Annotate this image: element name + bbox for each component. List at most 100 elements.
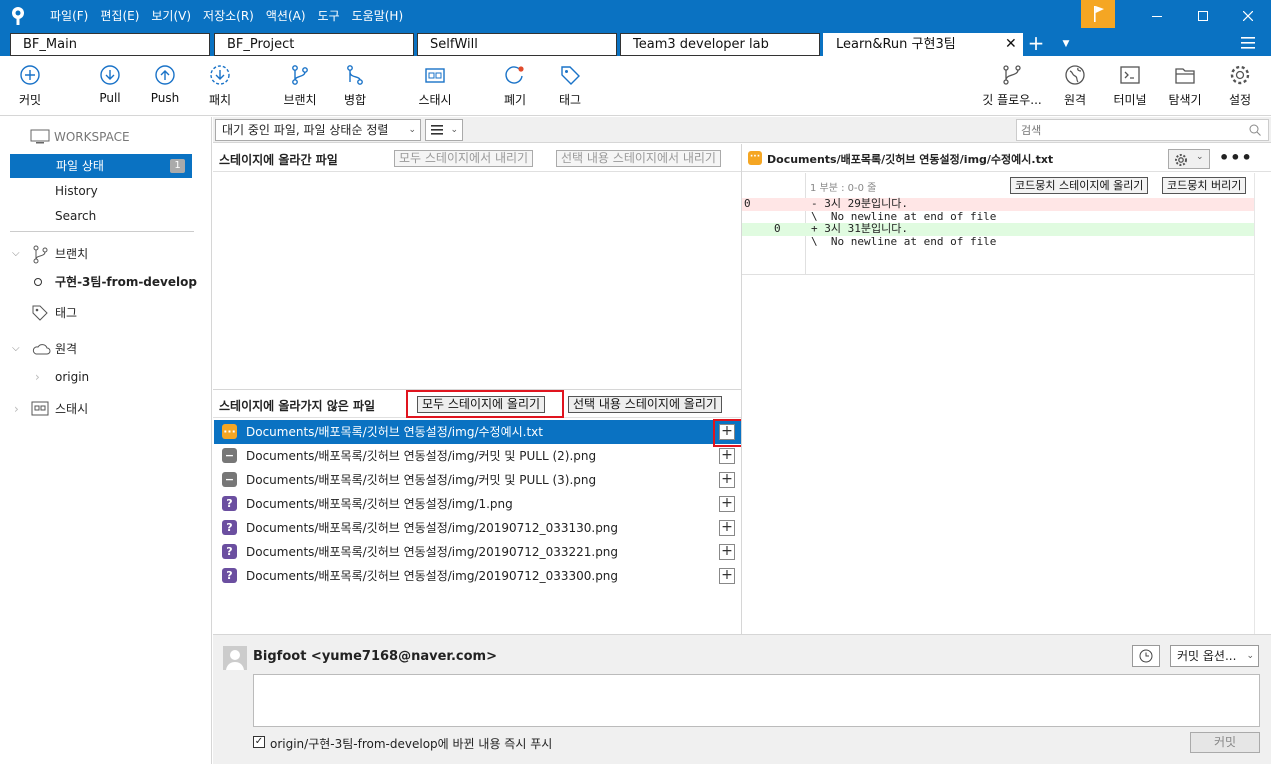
sidebar-item-search[interactable]: Search [0, 204, 212, 228]
tab-bf-project[interactable]: BF_Project [214, 33, 414, 56]
file-row[interactable]: ? Documents/배포목록/깃허브 연동설정/img/1.png + [214, 492, 741, 516]
diff-scrollbar[interactable] [1254, 173, 1255, 634]
stage-file-plus-icon[interactable]: + [719, 448, 735, 464]
search-box[interactable] [1016, 119, 1269, 141]
sidebar-item-origin[interactable]: › origin [0, 365, 212, 389]
branch-label: 브랜치 [283, 93, 317, 107]
commit-area: Bigfoot <yume7168@naver.com> 커밋 옵션... ⌄ … [213, 634, 1271, 764]
hunk-header: 1 부분 : 0-0 줄 [810, 183, 877, 194]
minimize-icon[interactable] [1134, 0, 1180, 32]
pull-icon [100, 65, 120, 85]
notification-flag-icon[interactable] [1081, 0, 1115, 28]
chevron-right-icon[interactable]: › [14, 397, 19, 421]
discard-hunk-button[interactable]: 코드뭉치 버리기 [1162, 177, 1247, 194]
sidebar: WORKSPACE 파일 상태 1 History Search ⌵ 브랜치 구… [0, 117, 212, 764]
unstage-all-button[interactable]: 모두 스테이지에서 내리기 [394, 150, 534, 167]
stage-file-plus-icon[interactable]: + [719, 520, 735, 536]
patch-button[interactable]: 패치 [190, 64, 250, 112]
file-row[interactable]: ··· Documents/배포목록/깃허브 연동설정/img/수정예시.txt + [214, 420, 741, 444]
diff-line-text: - 3시 29분입니다. [811, 197, 908, 210]
maximize-icon[interactable] [1180, 0, 1226, 32]
chevron-down-icon: ⌄ [1246, 651, 1254, 661]
settings-button[interactable]: 설정 [1210, 64, 1270, 112]
menu-item-2[interactable]: 보기(V) [145, 0, 197, 32]
sidebar-item-history[interactable]: History [0, 179, 212, 203]
search-input[interactable] [1021, 121, 1241, 139]
push-button[interactable]: Push [135, 64, 195, 112]
stage-file-plus-icon[interactable]: + [719, 496, 735, 512]
tags-label: 태그 [55, 306, 78, 320]
stashes-label: 스태시 [55, 402, 89, 416]
commit-author: Bigfoot <yume7168@naver.com> [253, 649, 497, 664]
discard-button[interactable]: 폐기 [485, 64, 545, 112]
branch-button[interactable]: 브랜치 [270, 64, 330, 112]
stage-hunk-button[interactable]: 코드뭉치 스테이지에 올리기 [1010, 177, 1149, 194]
merge-button[interactable]: 병합 [325, 64, 385, 112]
stage-file-plus-icon[interactable]: + [719, 544, 735, 560]
push-immediately-checkbox[interactable]: ✓ [253, 736, 265, 748]
search-icon [1249, 124, 1261, 136]
chevron-down-icon[interactable]: ⌵ [12, 337, 20, 361]
sidebar-item-file-status[interactable]: 파일 상태 1 [10, 154, 192, 178]
menu-item-5[interactable]: 도구 [312, 0, 346, 32]
file-status-label: 파일 상태 [56, 159, 104, 173]
menu-item-6[interactable]: 도움말(H) [346, 0, 410, 32]
file-path: Documents/배포목록/깃허브 연동설정/img/커밋 및 PULL (3… [246, 473, 597, 487]
tab-label: Team3 developer lab [633, 37, 769, 52]
diff-line: 0 + 3시 31분입니다. [742, 222, 1254, 236]
new-tab-icon[interactable]: + [1026, 32, 1046, 56]
tab-label: BF_Project [227, 37, 295, 52]
stage-file-plus-icon[interactable]: + [719, 568, 735, 584]
commit-message-input[interactable] [253, 674, 1260, 727]
unstage-selected-button[interactable]: 선택 내용 스테이지에서 내리기 [556, 150, 721, 167]
tab-close-icon[interactable]: ✕ [1005, 34, 1017, 55]
sidebar-section-tags[interactable]: 태그 [0, 301, 212, 325]
chevron-down-icon[interactable]: ⌵ [12, 242, 20, 266]
file-row[interactable]: ? Documents/배포목록/깃허브 연동설정/img/20190712_03… [214, 540, 741, 564]
tag-button[interactable]: 태그 [540, 64, 600, 112]
menu-item-0[interactable]: 파일(F) [44, 0, 94, 32]
tab-learn-run[interactable]: Learn&Run 구현3팀 ✕ [823, 33, 1023, 56]
sidebar-section-branches[interactable]: ⌵ 브랜치 [0, 242, 212, 266]
pull-button[interactable]: Pull [80, 64, 140, 112]
tab-team3[interactable]: Team3 developer lab [620, 33, 820, 56]
chevron-right-icon[interactable]: › [35, 365, 40, 389]
file-row[interactable]: − Documents/배포목록/깃허브 연동설정/img/커밋 및 PULL (… [214, 468, 741, 492]
hamburger-menu-icon[interactable] [1241, 36, 1257, 52]
sidebar-item-current-branch[interactable]: 구현-3팀-from-develop [0, 270, 212, 294]
sidebar-section-stashes[interactable]: › 스태시 [0, 397, 212, 421]
tab-dropdown-icon[interactable]: ▼ [1058, 32, 1074, 56]
file-row[interactable]: − Documents/배포목록/깃허브 연동설정/img/커밋 및 PULL (… [214, 444, 741, 468]
staged-title: 스테이지에 올라간 파일 [219, 153, 338, 167]
remote-button[interactable]: 원격 [1045, 64, 1105, 112]
explorer-button[interactable]: 탐색기 [1155, 64, 1215, 112]
stage-selected-button[interactable]: 선택 내용 스테이지에 올리기 [568, 396, 722, 413]
sourcetree-logo-icon [12, 7, 24, 25]
sort-dropdown[interactable]: 대기 중인 파일, 파일 상태순 정렬 ⌄ [215, 119, 421, 141]
commit-submit-button[interactable]: 커밋 [1190, 732, 1260, 753]
more-options-icon[interactable]: ••• [1219, 148, 1253, 167]
stage-file-plus-icon[interactable]: + [719, 472, 735, 488]
file-row[interactable]: ? Documents/배포목록/깃허브 연동설정/img/20190712_03… [214, 564, 741, 588]
menu-item-3[interactable]: 저장소(R) [197, 0, 260, 32]
pull-label: Pull [99, 91, 121, 105]
modified-status-icon: ··· [222, 424, 237, 439]
commit-options-dropdown[interactable]: 커밋 옵션... ⌄ [1170, 645, 1259, 667]
menu-item-1[interactable]: 편집(E) [94, 0, 145, 32]
sidebar-section-remotes[interactable]: ⌵ 원격 [0, 337, 212, 361]
tab-selfwill[interactable]: SelfWill [417, 33, 617, 56]
file-row[interactable]: ? Documents/배포목록/깃허브 연동설정/img/20190712_03… [214, 516, 741, 540]
tab-bf-main[interactable]: BF_Main [10, 33, 210, 56]
diff-line-text: \ No newline at end of file [811, 234, 997, 248]
menu-item-4[interactable]: 액션(A) [260, 0, 312, 32]
history-clock-button[interactable] [1132, 645, 1160, 667]
diff-settings-dropdown[interactable]: ⌄ [1168, 149, 1210, 169]
stash-button[interactable]: 스태시 [405, 64, 465, 112]
close-icon[interactable] [1225, 0, 1271, 32]
commit-button[interactable]: 커밋 [0, 64, 60, 112]
terminal-button[interactable]: 터미널 [1100, 64, 1160, 112]
gitflow-button[interactable]: 깃 플로우... [982, 64, 1042, 112]
view-mode-dropdown[interactable]: ⌄ [425, 119, 463, 141]
toolbar: 커밋 Pull Push 패치 브랜치 병합 스태시 폐기 태그 깃 플로우..… [0, 56, 1271, 116]
stage-all-button[interactable]: 모두 스테이지에 올리기 [417, 396, 546, 413]
